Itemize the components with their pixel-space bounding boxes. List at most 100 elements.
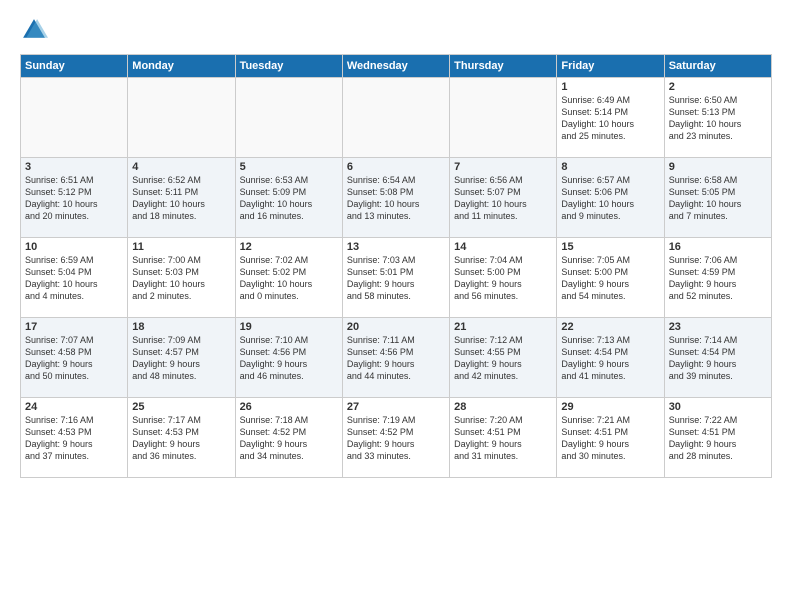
weekday-wednesday: Wednesday (342, 55, 449, 78)
calendar-cell: 25Sunrise: 7:17 AM Sunset: 4:53 PM Dayli… (128, 398, 235, 478)
day-number: 11 (132, 241, 230, 253)
day-info: Sunrise: 7:16 AM Sunset: 4:53 PM Dayligh… (25, 414, 123, 463)
day-number: 22 (561, 321, 659, 333)
day-info: Sunrise: 6:56 AM Sunset: 5:07 PM Dayligh… (454, 174, 552, 223)
calendar-cell (21, 78, 128, 158)
day-info: Sunrise: 6:57 AM Sunset: 5:06 PM Dayligh… (561, 174, 659, 223)
weekday-thursday: Thursday (450, 55, 557, 78)
day-number: 17 (25, 321, 123, 333)
day-number: 16 (669, 241, 767, 253)
day-number: 9 (669, 161, 767, 173)
day-number: 2 (669, 81, 767, 93)
week-row-2: 3Sunrise: 6:51 AM Sunset: 5:12 PM Daylig… (21, 158, 772, 238)
day-number: 10 (25, 241, 123, 253)
calendar-cell: 29Sunrise: 7:21 AM Sunset: 4:51 PM Dayli… (557, 398, 664, 478)
day-number: 27 (347, 401, 445, 413)
day-number: 13 (347, 241, 445, 253)
day-info: Sunrise: 7:11 AM Sunset: 4:56 PM Dayligh… (347, 334, 445, 383)
day-info: Sunrise: 7:20 AM Sunset: 4:51 PM Dayligh… (454, 414, 552, 463)
day-info: Sunrise: 7:04 AM Sunset: 5:00 PM Dayligh… (454, 254, 552, 303)
calendar-cell: 3Sunrise: 6:51 AM Sunset: 5:12 PM Daylig… (21, 158, 128, 238)
day-info: Sunrise: 6:51 AM Sunset: 5:12 PM Dayligh… (25, 174, 123, 223)
weekday-tuesday: Tuesday (235, 55, 342, 78)
calendar-cell: 2Sunrise: 6:50 AM Sunset: 5:13 PM Daylig… (664, 78, 771, 158)
day-number: 8 (561, 161, 659, 173)
calendar-cell: 1Sunrise: 6:49 AM Sunset: 5:14 PM Daylig… (557, 78, 664, 158)
week-row-4: 17Sunrise: 7:07 AM Sunset: 4:58 PM Dayli… (21, 318, 772, 398)
calendar-cell: 16Sunrise: 7:06 AM Sunset: 4:59 PM Dayli… (664, 238, 771, 318)
day-number: 5 (240, 161, 338, 173)
day-number: 26 (240, 401, 338, 413)
calendar-cell: 23Sunrise: 7:14 AM Sunset: 4:54 PM Dayli… (664, 318, 771, 398)
weekday-row: SundayMondayTuesdayWednesdayThursdayFrid… (21, 55, 772, 78)
calendar-cell: 26Sunrise: 7:18 AM Sunset: 4:52 PM Dayli… (235, 398, 342, 478)
day-number: 12 (240, 241, 338, 253)
header (20, 16, 772, 44)
day-info: Sunrise: 7:05 AM Sunset: 5:00 PM Dayligh… (561, 254, 659, 303)
day-info: Sunrise: 7:21 AM Sunset: 4:51 PM Dayligh… (561, 414, 659, 463)
page: SundayMondayTuesdayWednesdayThursdayFrid… (0, 0, 792, 488)
calendar-cell: 12Sunrise: 7:02 AM Sunset: 5:02 PM Dayli… (235, 238, 342, 318)
day-number: 1 (561, 81, 659, 93)
day-info: Sunrise: 7:17 AM Sunset: 4:53 PM Dayligh… (132, 414, 230, 463)
calendar-header: SundayMondayTuesdayWednesdayThursdayFrid… (21, 55, 772, 78)
day-info: Sunrise: 7:10 AM Sunset: 4:56 PM Dayligh… (240, 334, 338, 383)
calendar-cell (342, 78, 449, 158)
day-number: 29 (561, 401, 659, 413)
calendar-cell: 11Sunrise: 7:00 AM Sunset: 5:03 PM Dayli… (128, 238, 235, 318)
day-info: Sunrise: 7:12 AM Sunset: 4:55 PM Dayligh… (454, 334, 552, 383)
weekday-friday: Friday (557, 55, 664, 78)
calendar-cell: 14Sunrise: 7:04 AM Sunset: 5:00 PM Dayli… (450, 238, 557, 318)
day-info: Sunrise: 6:54 AM Sunset: 5:08 PM Dayligh… (347, 174, 445, 223)
day-info: Sunrise: 7:18 AM Sunset: 4:52 PM Dayligh… (240, 414, 338, 463)
day-info: Sunrise: 7:00 AM Sunset: 5:03 PM Dayligh… (132, 254, 230, 303)
weekday-sunday: Sunday (21, 55, 128, 78)
day-info: Sunrise: 7:02 AM Sunset: 5:02 PM Dayligh… (240, 254, 338, 303)
calendar-cell: 21Sunrise: 7:12 AM Sunset: 4:55 PM Dayli… (450, 318, 557, 398)
day-number: 4 (132, 161, 230, 173)
day-info: Sunrise: 6:50 AM Sunset: 5:13 PM Dayligh… (669, 94, 767, 143)
day-info: Sunrise: 7:19 AM Sunset: 4:52 PM Dayligh… (347, 414, 445, 463)
calendar-cell (450, 78, 557, 158)
calendar-cell: 28Sunrise: 7:20 AM Sunset: 4:51 PM Dayli… (450, 398, 557, 478)
day-number: 3 (25, 161, 123, 173)
day-number: 6 (347, 161, 445, 173)
day-number: 7 (454, 161, 552, 173)
day-info: Sunrise: 7:09 AM Sunset: 4:57 PM Dayligh… (132, 334, 230, 383)
calendar-cell: 6Sunrise: 6:54 AM Sunset: 5:08 PM Daylig… (342, 158, 449, 238)
calendar-cell: 18Sunrise: 7:09 AM Sunset: 4:57 PM Dayli… (128, 318, 235, 398)
logo-icon (20, 16, 48, 44)
week-row-3: 10Sunrise: 6:59 AM Sunset: 5:04 PM Dayli… (21, 238, 772, 318)
day-info: Sunrise: 6:53 AM Sunset: 5:09 PM Dayligh… (240, 174, 338, 223)
calendar-cell: 19Sunrise: 7:10 AM Sunset: 4:56 PM Dayli… (235, 318, 342, 398)
calendar-cell: 5Sunrise: 6:53 AM Sunset: 5:09 PM Daylig… (235, 158, 342, 238)
calendar-cell: 8Sunrise: 6:57 AM Sunset: 5:06 PM Daylig… (557, 158, 664, 238)
day-number: 20 (347, 321, 445, 333)
day-number: 15 (561, 241, 659, 253)
logo (20, 16, 52, 44)
calendar-cell: 17Sunrise: 7:07 AM Sunset: 4:58 PM Dayli… (21, 318, 128, 398)
calendar-cell: 27Sunrise: 7:19 AM Sunset: 4:52 PM Dayli… (342, 398, 449, 478)
day-info: Sunrise: 7:06 AM Sunset: 4:59 PM Dayligh… (669, 254, 767, 303)
calendar: SundayMondayTuesdayWednesdayThursdayFrid… (20, 54, 772, 478)
calendar-body: 1Sunrise: 6:49 AM Sunset: 5:14 PM Daylig… (21, 78, 772, 478)
day-number: 18 (132, 321, 230, 333)
calendar-cell: 10Sunrise: 6:59 AM Sunset: 5:04 PM Dayli… (21, 238, 128, 318)
day-number: 23 (669, 321, 767, 333)
calendar-cell: 30Sunrise: 7:22 AM Sunset: 4:51 PM Dayli… (664, 398, 771, 478)
day-number: 19 (240, 321, 338, 333)
day-number: 14 (454, 241, 552, 253)
weekday-monday: Monday (128, 55, 235, 78)
day-info: Sunrise: 6:58 AM Sunset: 5:05 PM Dayligh… (669, 174, 767, 223)
day-number: 25 (132, 401, 230, 413)
week-row-1: 1Sunrise: 6:49 AM Sunset: 5:14 PM Daylig… (21, 78, 772, 158)
day-number: 28 (454, 401, 552, 413)
day-info: Sunrise: 7:22 AM Sunset: 4:51 PM Dayligh… (669, 414, 767, 463)
calendar-cell: 22Sunrise: 7:13 AM Sunset: 4:54 PM Dayli… (557, 318, 664, 398)
calendar-cell: 13Sunrise: 7:03 AM Sunset: 5:01 PM Dayli… (342, 238, 449, 318)
day-info: Sunrise: 7:13 AM Sunset: 4:54 PM Dayligh… (561, 334, 659, 383)
calendar-cell (128, 78, 235, 158)
calendar-cell: 24Sunrise: 7:16 AM Sunset: 4:53 PM Dayli… (21, 398, 128, 478)
calendar-cell: 20Sunrise: 7:11 AM Sunset: 4:56 PM Dayli… (342, 318, 449, 398)
day-info: Sunrise: 7:14 AM Sunset: 4:54 PM Dayligh… (669, 334, 767, 383)
